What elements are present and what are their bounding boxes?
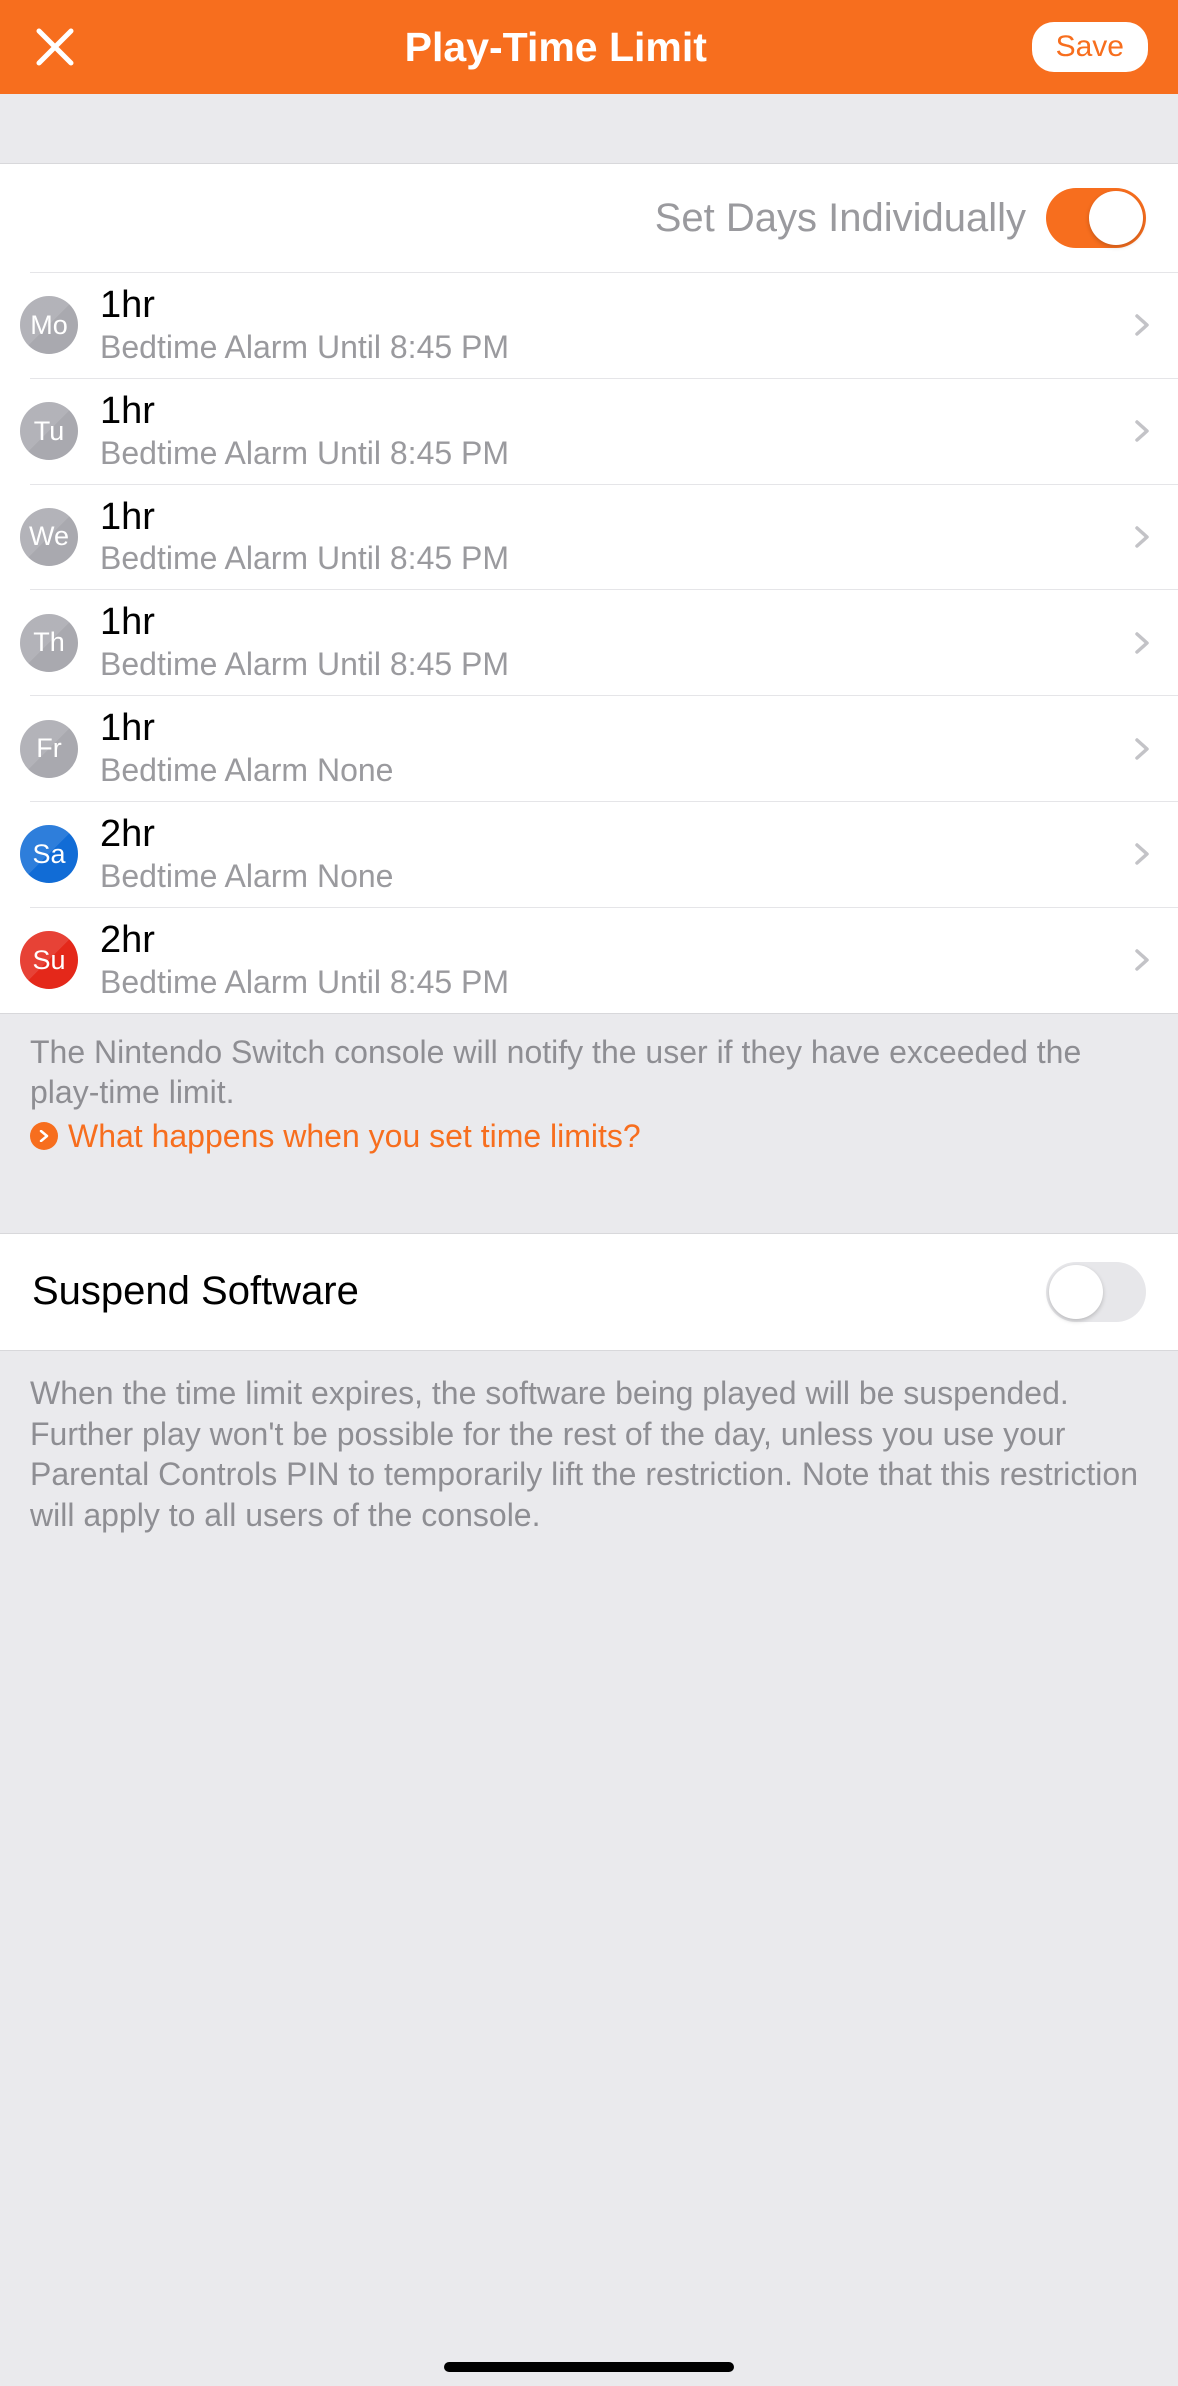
day-subtitle: Bedtime Alarm Until 8:45 PM bbox=[100, 964, 1130, 1001]
day-value: 1hr bbox=[100, 285, 1130, 327]
day-value: 2hr bbox=[100, 814, 1130, 856]
day-content: 1hrBedtime Alarm Until 8:45 PM bbox=[100, 497, 1130, 578]
day-badge: Mo bbox=[20, 296, 78, 354]
chevron-right-icon bbox=[1130, 948, 1154, 972]
day-content: 2hrBedtime Alarm Until 8:45 PM bbox=[100, 920, 1130, 1001]
day-row-th[interactable]: Th1hrBedtime Alarm Until 8:45 PM bbox=[30, 590, 1178, 696]
day-row-we[interactable]: We1hrBedtime Alarm Until 8:45 PM bbox=[30, 485, 1178, 591]
spacer bbox=[0, 1183, 1178, 1233]
save-button[interactable]: Save bbox=[1032, 22, 1148, 72]
page-title: Play-Time Limit bbox=[80, 24, 1032, 71]
suspend-software-row: Suspend Software bbox=[0, 1233, 1178, 1351]
day-content: 2hrBedtime Alarm None bbox=[100, 814, 1130, 895]
day-row-tu[interactable]: Tu1hrBedtime Alarm Until 8:45 PM bbox=[30, 379, 1178, 485]
suspend-software-toggle[interactable] bbox=[1046, 1262, 1146, 1322]
day-content: 1hrBedtime Alarm Until 8:45 PM bbox=[100, 602, 1130, 683]
info-link[interactable]: What happens when you set time limits? bbox=[30, 1118, 1148, 1155]
day-subtitle: Bedtime Alarm None bbox=[100, 858, 1130, 895]
day-value: 1hr bbox=[100, 602, 1130, 644]
days-section: Set Days Individually Mo1hrBedtime Alarm… bbox=[0, 164, 1178, 1013]
day-row-su[interactable]: Su2hrBedtime Alarm Until 8:45 PM bbox=[30, 908, 1178, 1013]
day-badge: Tu bbox=[20, 402, 78, 460]
info-link-label: What happens when you set time limits? bbox=[68, 1118, 641, 1155]
day-row-mo[interactable]: Mo1hrBedtime Alarm Until 8:45 PM bbox=[30, 273, 1178, 379]
info-footer: The Nintendo Switch console will notify … bbox=[0, 1013, 1178, 1183]
day-subtitle: Bedtime Alarm Until 8:45 PM bbox=[100, 540, 1130, 577]
day-value: 1hr bbox=[100, 708, 1130, 750]
day-content: 1hrBedtime Alarm Until 8:45 PM bbox=[100, 285, 1130, 366]
day-value: 2hr bbox=[100, 920, 1130, 962]
days-list: Mo1hrBedtime Alarm Until 8:45 PMTu1hrBed… bbox=[0, 273, 1178, 1013]
chevron-right-icon bbox=[1130, 737, 1154, 761]
spacer bbox=[0, 94, 1178, 164]
day-value: 1hr bbox=[100, 497, 1130, 539]
day-row-sa[interactable]: Sa2hrBedtime Alarm None bbox=[30, 802, 1178, 908]
toggle-label: Set Days Individually bbox=[655, 196, 1026, 241]
suspend-label: Suspend Software bbox=[32, 1269, 359, 1314]
day-subtitle: Bedtime Alarm Until 8:45 PM bbox=[100, 329, 1130, 366]
chevron-right-icon bbox=[1130, 419, 1154, 443]
chevron-right-icon bbox=[1130, 631, 1154, 655]
day-subtitle: Bedtime Alarm None bbox=[100, 752, 1130, 789]
day-badge: Su bbox=[20, 931, 78, 989]
set-days-individually-toggle[interactable] bbox=[1046, 188, 1146, 248]
day-row-fr[interactable]: Fr1hrBedtime Alarm None bbox=[30, 696, 1178, 802]
home-indicator bbox=[444, 2362, 734, 2372]
day-badge: Th bbox=[20, 614, 78, 672]
info-desc: The Nintendo Switch console will notify … bbox=[30, 1032, 1148, 1112]
day-content: 1hrBedtime Alarm Until 8:45 PM bbox=[100, 391, 1130, 472]
suspend-desc: When the time limit expires, the softwar… bbox=[0, 1351, 1178, 1559]
header: Play-Time Limit Save bbox=[0, 0, 1178, 94]
home-indicator-wrap bbox=[0, 2362, 1178, 2372]
day-badge: We bbox=[20, 508, 78, 566]
day-badge: Fr bbox=[20, 720, 78, 778]
day-subtitle: Bedtime Alarm Until 8:45 PM bbox=[100, 435, 1130, 472]
day-subtitle: Bedtime Alarm Until 8:45 PM bbox=[100, 646, 1130, 683]
chevron-right-icon bbox=[1130, 842, 1154, 866]
set-days-individually-row: Set Days Individually bbox=[30, 164, 1178, 273]
chevron-right-icon bbox=[1130, 313, 1154, 337]
chevron-right-icon bbox=[1130, 525, 1154, 549]
day-badge: Sa bbox=[20, 825, 78, 883]
day-value: 1hr bbox=[100, 391, 1130, 433]
close-icon[interactable] bbox=[30, 22, 80, 72]
chevron-right-circle-icon bbox=[30, 1122, 58, 1150]
day-content: 1hrBedtime Alarm None bbox=[100, 708, 1130, 789]
